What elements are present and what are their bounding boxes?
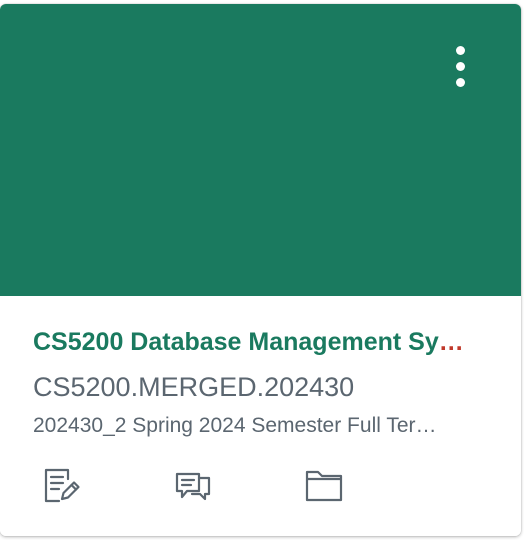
course-card-actions bbox=[0, 464, 521, 508]
assignments-button[interactable] bbox=[40, 464, 82, 506]
discussions-button[interactable] bbox=[172, 464, 214, 506]
course-card-body: CS5200 Database Management Sy… CS5200.ME… bbox=[0, 296, 521, 536]
course-title[interactable]: CS5200 Database Management Sy… bbox=[33, 326, 488, 358]
kebab-menu-icon[interactable] bbox=[440, 40, 480, 92]
files-folder-icon bbox=[305, 470, 343, 502]
course-card[interactable]: CS5200 Database Management Sy… CS5200.ME… bbox=[0, 4, 521, 536]
kebab-dot bbox=[455, 45, 465, 55]
title-ellipsis: … bbox=[438, 328, 464, 356]
files-button[interactable] bbox=[303, 464, 345, 506]
kebab-dot bbox=[455, 77, 465, 87]
discussions-icon bbox=[175, 472, 211, 501]
course-term: 202430_2 Spring 2024 Semester Full Ter… bbox=[33, 414, 437, 437]
course-code: CS5200.MERGED.202430 bbox=[33, 372, 355, 402]
assignments-icon bbox=[44, 468, 80, 503]
kebab-dot bbox=[455, 61, 465, 71]
course-card-header[interactable] bbox=[0, 4, 521, 296]
